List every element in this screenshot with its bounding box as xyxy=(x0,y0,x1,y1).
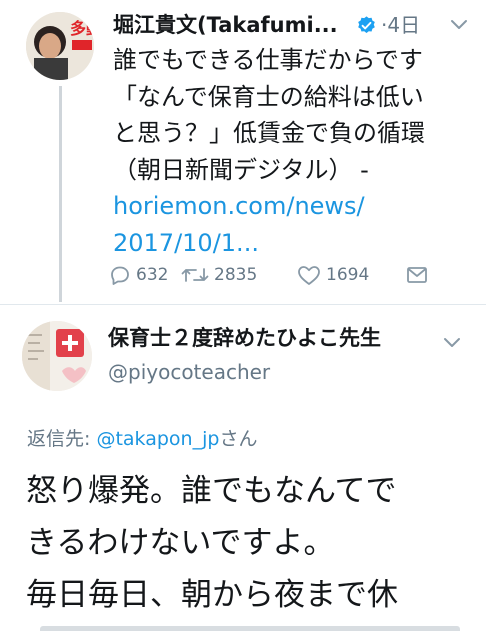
chevron-down-icon[interactable] xyxy=(450,19,468,31)
reply-text-line: きるわけないですよ。 xyxy=(26,525,335,561)
tweet-divider xyxy=(0,304,486,305)
tweet-text: 誰でもできる仕事だからです 「なんで保育士の給料は低い と思う？」低賃金で負の循… xyxy=(113,42,478,261)
like-count: 1694 xyxy=(326,265,370,285)
tweet[interactable]: 多動力 堀江貴文(Takafumi... ·4日 誰でもできる仕事だからです 「… xyxy=(0,0,486,305)
reply-count: 632 xyxy=(136,265,169,285)
tweet-text-line: と思う？」低賃金で負の循環 xyxy=(113,119,425,147)
heart-icon xyxy=(298,266,320,285)
verified-badge-icon xyxy=(358,16,375,33)
reply-author-name[interactable]: 保育士２度辞めたひよこ先生 xyxy=(108,322,381,354)
reply-to-mention[interactable]: @takapon_jp xyxy=(96,428,219,450)
envelope-icon xyxy=(407,267,427,283)
reply-author-avatar[interactable] xyxy=(22,321,92,391)
reply-text-line: 毎日毎日、朝から夜まで休 xyxy=(26,577,398,613)
tweet-actions: 632 2835 1694 xyxy=(108,260,438,290)
reply-text: 怒り爆発。誰でもなんてで きるわけないですよ。 毎日毎日、朝から夜まで休 xyxy=(26,465,481,621)
reply-author-handle[interactable]: @piyocoteacher xyxy=(108,357,270,387)
retweet-button[interactable]: 2835 xyxy=(180,260,257,290)
tweet-text-line: （朝日新聞デジタル） - xyxy=(113,155,369,184)
retweet-icon xyxy=(181,268,209,282)
reply-icon xyxy=(111,266,129,285)
tweet-text-line: 「なんで保育士の給料は低い xyxy=(113,82,424,111)
timeline: 多動力 堀江貴文(Takafumi... ·4日 誰でもできる仕事だからです 「… xyxy=(0,0,486,631)
tweet-link[interactable]: horiemon.com/news/ xyxy=(113,188,478,225)
reply-to-suffix: さん xyxy=(219,428,258,450)
tweet-link[interactable]: 2017/10/1... xyxy=(113,225,478,262)
retweet-count: 2835 xyxy=(214,265,258,285)
author-name[interactable]: 堀江貴文(Takafumi... xyxy=(113,10,338,40)
tweet-timestamp[interactable]: ·4日 xyxy=(381,10,420,40)
author-avatar[interactable]: 多動力 xyxy=(26,12,94,80)
reply-context: 返信先: @takapon_jpさん xyxy=(27,424,257,454)
chevron-down-icon[interactable] xyxy=(443,337,461,349)
tweet-header: 堀江貴文(Takafumi... ·4日 xyxy=(113,10,473,42)
avatar-book-title: 多動力 xyxy=(70,19,94,38)
bottom-scroll-edge xyxy=(40,626,460,631)
message-button[interactable] xyxy=(405,260,429,290)
reply-button[interactable]: 632 xyxy=(108,260,168,290)
reply-text-line: 怒り爆発。誰でもなんてで xyxy=(26,473,397,509)
reply-to-label: 返信先: xyxy=(27,428,97,450)
like-button[interactable]: 1694 xyxy=(296,260,369,290)
tweet-text-line: 誰でもできる仕事だからです xyxy=(113,46,423,74)
thread-line xyxy=(59,86,62,302)
